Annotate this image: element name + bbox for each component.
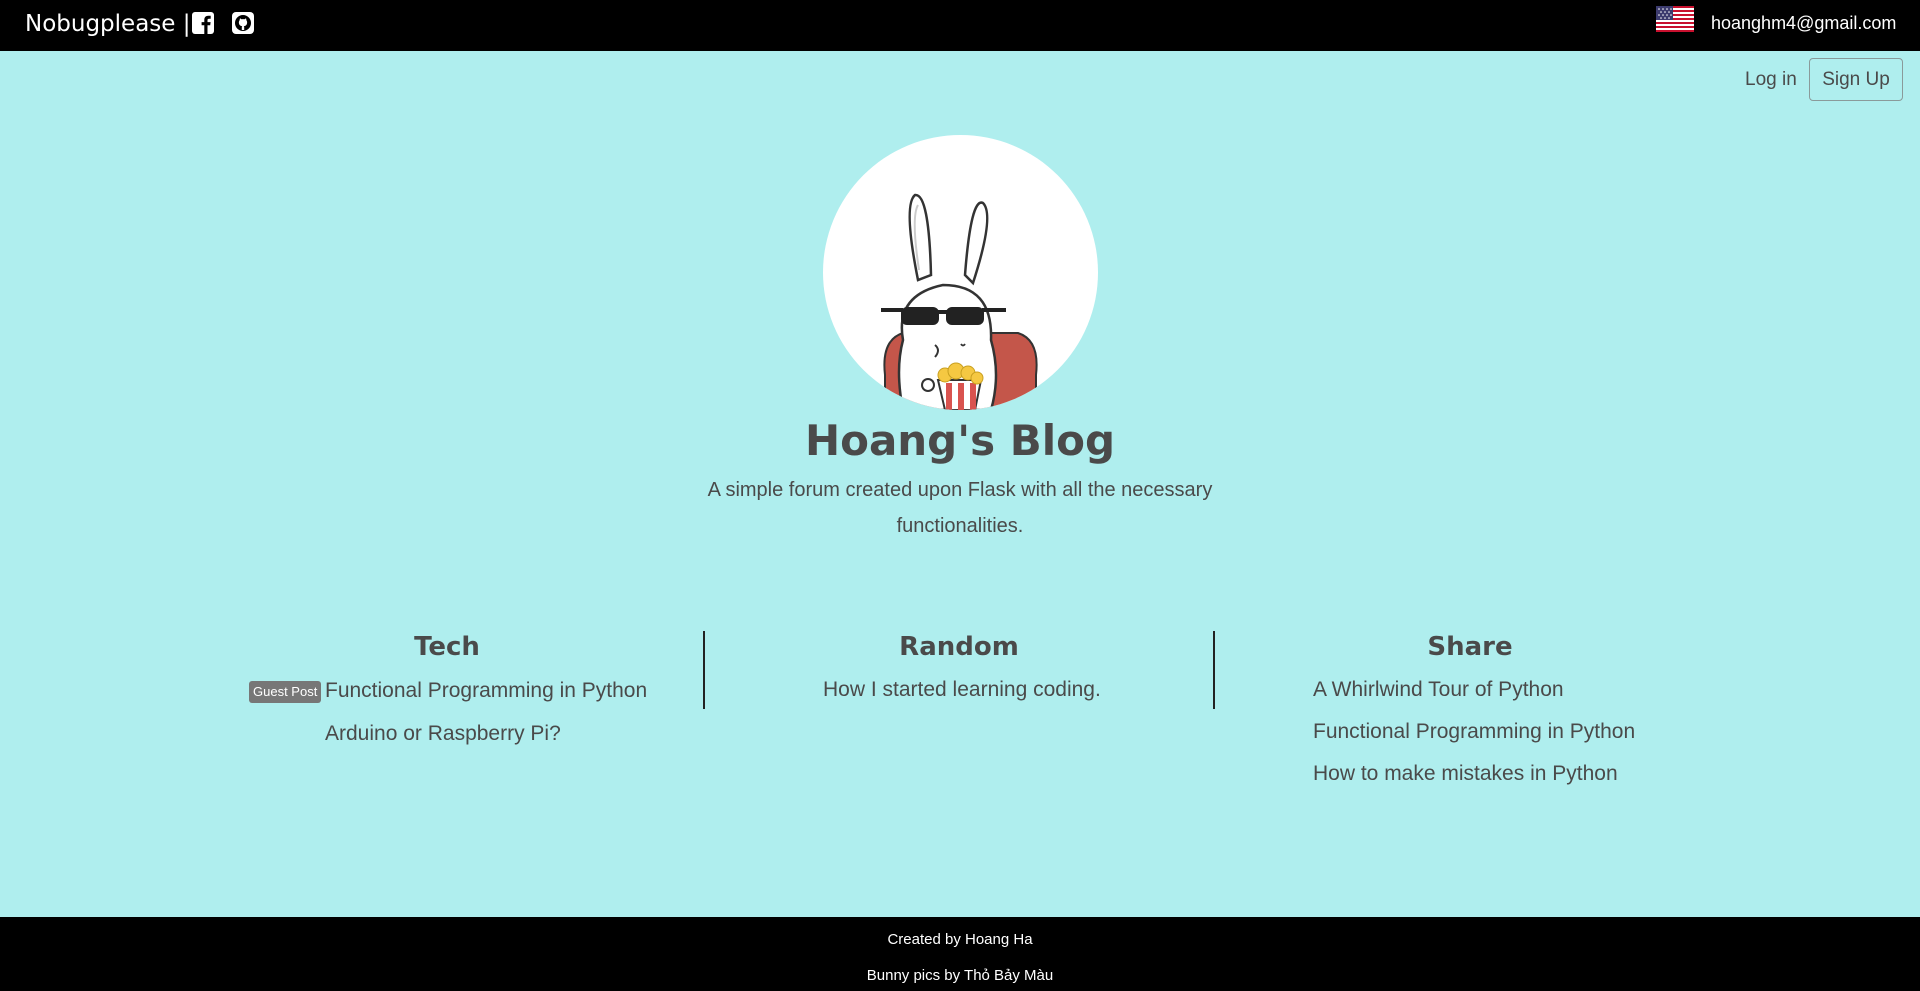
signup-button[interactable]: Sign Up: [1809, 58, 1903, 101]
blog-subtitle: A simple forum created upon Flask with a…: [707, 479, 1213, 537]
column-title-tech: Tech: [414, 632, 480, 662]
post-link[interactable]: A Whirlwind Tour of Python: [1313, 678, 1564, 702]
post-link[interactable]: How I started learning coding.: [823, 678, 1101, 702]
footer-credit: Bunny pics by Thỏ Bảy Màu: [866, 967, 1054, 984]
brand-name[interactable]: Nobugplease |: [25, 10, 190, 38]
facebook-icon[interactable]: [191, 11, 215, 35]
contact-email[interactable]: hoanghm4@gmail.com: [1711, 13, 1896, 34]
bunny-illustration: [881, 193, 1038, 410]
column-divider: [703, 631, 705, 709]
column-divider: [1213, 631, 1215, 709]
us-flag-icon[interactable]: [1656, 6, 1694, 32]
column-title-random: Random: [899, 632, 1019, 662]
github-icon[interactable]: [231, 11, 255, 35]
column-title-share: Share: [1427, 632, 1513, 662]
post-link[interactable]: Functional Programming in Python: [1313, 720, 1635, 744]
post-link[interactable]: Functional Programming in Python: [325, 679, 647, 703]
guest-post-badge: Guest Post: [249, 681, 322, 703]
footer-created: Created by Hoang Ha: [887, 931, 1033, 948]
top-navbar: Nobugplease | hoanghm4@gmail.com: [0, 0, 1920, 51]
login-link[interactable]: Log in: [1745, 69, 1797, 91]
post-link[interactable]: How to make mistakes in Python: [1313, 762, 1618, 786]
footer: Created by Hoang Ha Bunny pics by Thỏ Bả…: [0, 917, 1920, 991]
blog-title: Hoang's Blog: [804, 416, 1116, 465]
blog-avatar: [823, 135, 1098, 410]
post-link[interactable]: Arduino or Raspberry Pi?: [325, 722, 561, 746]
